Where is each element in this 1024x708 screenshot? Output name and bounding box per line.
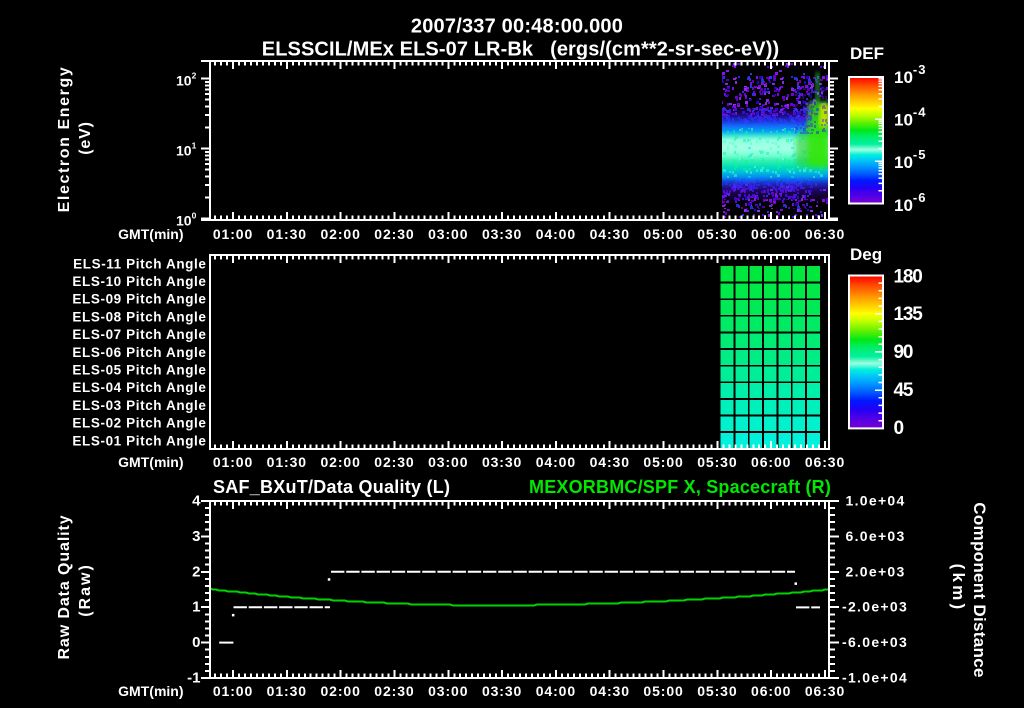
svg-text:GMT(min): GMT(min): [118, 226, 183, 242]
svg-text:ELS-10 Pitch Angle: ELS-10 Pitch Angle: [72, 274, 206, 289]
svg-text:05:00: 05:00: [643, 683, 683, 699]
svg-text:06:00: 06:00: [751, 226, 791, 242]
svg-text:ELS-05 Pitch Angle: ELS-05 Pitch Angle: [72, 363, 206, 378]
svg-text:Deg: Deg: [850, 245, 882, 264]
svg-text:05:30: 05:30: [697, 454, 737, 470]
svg-text:01:00: 01:00: [213, 226, 253, 242]
svg-text:04:00: 04:00: [536, 226, 576, 242]
svg-text:05:00: 05:00: [643, 454, 683, 470]
svg-text:2: 2: [192, 563, 200, 580]
svg-text:03:30: 03:30: [482, 454, 522, 470]
svg-text:-2.0e+03: -2.0e+03: [842, 599, 908, 615]
svg-text:06:30: 06:30: [805, 226, 845, 242]
svg-text:06:00: 06:00: [751, 683, 791, 699]
svg-text:ELS-09 Pitch Angle: ELS-09 Pitch Angle: [72, 292, 206, 307]
svg-text:135: 135: [894, 304, 924, 325]
svg-text:-1: -1: [187, 670, 200, 687]
svg-text:MEXORBMC/SPF X, Spacecraft (R): MEXORBMC/SPF X, Spacecraft (R): [529, 477, 831, 497]
svg-text:DEF: DEF: [850, 44, 884, 63]
svg-text:01:00: 01:00: [213, 683, 253, 699]
svg-text:06:30: 06:30: [805, 683, 845, 699]
svg-text:GMT(min): GMT(min): [118, 454, 183, 470]
svg-text:1: 1: [192, 599, 200, 616]
svg-text:ELS-02 Pitch Angle: ELS-02 Pitch Angle: [72, 416, 206, 431]
svg-text:Electron Energy: Electron Energy: [56, 66, 73, 213]
svg-text:1.0e+04: 1.0e+04: [846, 493, 906, 509]
svg-text:03:00: 03:00: [428, 454, 468, 470]
svg-text:05:00: 05:00: [643, 226, 683, 242]
svg-text:45: 45: [894, 380, 914, 401]
svg-text:02:30: 02:30: [374, 454, 414, 470]
svg-text:(km): (km): [949, 564, 968, 613]
svg-text:01:30: 01:30: [267, 226, 307, 242]
svg-text:ELS-01 Pitch Angle: ELS-01 Pitch Angle: [72, 433, 206, 448]
svg-text:04:00: 04:00: [536, 683, 576, 699]
svg-text:06:00: 06:00: [751, 454, 791, 470]
svg-text:ELSSCIL/MEx ELS-07 LR-Bk (er: ELSSCIL/MEx ELS-07 LR-Bk (ergs/(cm**2-sr…: [262, 38, 779, 60]
svg-text:SAF_BXuT/Data Quality (L): SAF_BXuT/Data Quality (L): [213, 477, 450, 497]
svg-text:03:30: 03:30: [482, 683, 522, 699]
svg-text:01:00: 01:00: [213, 454, 253, 470]
svg-text:0: 0: [894, 418, 904, 439]
svg-text:Component Distance: Component Distance: [970, 502, 989, 677]
svg-text:05:30: 05:30: [697, 226, 737, 242]
svg-text:04:30: 04:30: [590, 454, 630, 470]
svg-text:ELS-04 Pitch Angle: ELS-04 Pitch Angle: [72, 380, 206, 395]
svg-text:ELS-11 Pitch Angle: ELS-11 Pitch Angle: [73, 256, 206, 271]
svg-text:02:00: 02:00: [320, 226, 360, 242]
svg-text:4: 4: [192, 493, 201, 510]
svg-text:2.0e+03: 2.0e+03: [846, 563, 906, 579]
svg-text:05:30: 05:30: [697, 683, 737, 699]
svg-text:03:30: 03:30: [482, 226, 522, 242]
svg-text:04:00: 04:00: [536, 454, 576, 470]
svg-text:3: 3: [192, 528, 200, 545]
svg-text:01:30: 01:30: [267, 683, 307, 699]
svg-text:-1.0e+04: -1.0e+04: [842, 670, 908, 686]
svg-text:04:30: 04:30: [590, 683, 630, 699]
svg-text:ELS-07 Pitch Angle: ELS-07 Pitch Angle: [72, 327, 206, 342]
svg-text:04:30: 04:30: [590, 226, 630, 242]
svg-text:90: 90: [894, 342, 913, 363]
svg-text:03:00: 03:00: [428, 226, 468, 242]
svg-text:Raw Data Quality: Raw Data Quality: [56, 514, 73, 659]
svg-text:GMT(min): GMT(min): [118, 683, 183, 699]
svg-text:0: 0: [192, 634, 200, 651]
svg-text:06:30: 06:30: [805, 454, 845, 470]
svg-text:(eV): (eV): [77, 121, 94, 154]
svg-text:(Raw): (Raw): [77, 563, 94, 617]
svg-text:ELS-06 Pitch Angle: ELS-06 Pitch Angle: [72, 345, 206, 360]
svg-text:02:30: 02:30: [374, 683, 414, 699]
svg-text:-6.0e+03: -6.0e+03: [842, 634, 908, 650]
svg-text:6.0e+03: 6.0e+03: [846, 528, 906, 544]
svg-text:ELS-03 Pitch Angle: ELS-03 Pitch Angle: [72, 398, 206, 413]
svg-text:02:30: 02:30: [374, 226, 414, 242]
svg-text:02:00: 02:00: [320, 454, 360, 470]
svg-text:180: 180: [894, 266, 923, 287]
svg-text:03:00: 03:00: [428, 683, 468, 699]
svg-text:2007/337 00:48:00.000: 2007/337 00:48:00.000: [411, 16, 623, 38]
svg-text:ELS-08 Pitch Angle: ELS-08 Pitch Angle: [72, 309, 206, 324]
svg-text:02:00: 02:00: [320, 683, 360, 699]
svg-text:01:30: 01:30: [267, 454, 307, 470]
